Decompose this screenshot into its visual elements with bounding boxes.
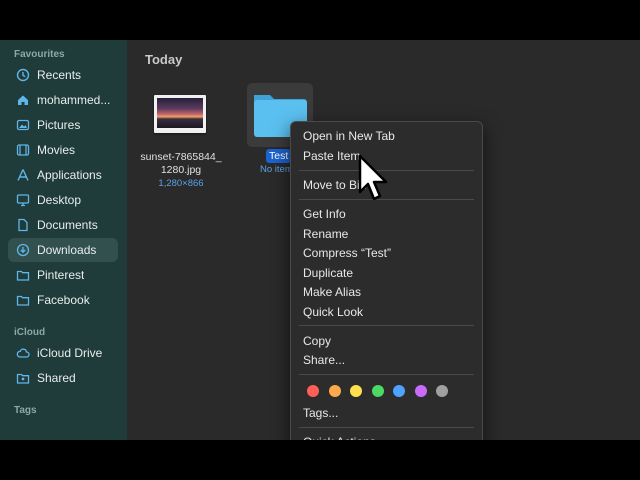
file-name-line1[interactable]: sunset-7865844_ [131,151,231,163]
sidebar-item-desktop[interactable]: Desktop [8,188,118,212]
menu-separator [299,325,474,326]
photo-icon [16,118,30,132]
sidebar-item-movies[interactable]: Movies [8,138,118,162]
sidebar-item-label: Desktop [37,193,82,207]
sidebar-item-shared[interactable]: Shared [8,366,118,390]
tag-color-dot[interactable] [350,385,362,397]
menu-item-get-info[interactable]: Get Info [303,207,346,221]
favourites-header: Favourites [14,49,65,60]
menu-item-tags[interactable]: Tags... [303,406,338,420]
desktop-icon [16,193,30,207]
download-icon [16,243,30,257]
sidebar-item-icloud-drive[interactable]: iCloud Drive [8,341,118,365]
sidebar-item-facebook[interactable]: Facebook [8,288,118,312]
menu-item-duplicate[interactable]: Duplicate [303,266,353,280]
menu-item-make-alias[interactable]: Make Alias [303,285,361,299]
sidebar-item-label: Facebook [37,293,90,307]
sidebar-item-home[interactable]: mohammed... [8,88,118,112]
sidebar: Favourites Recents mohammed... Pictures … [0,40,127,440]
home-icon [16,93,30,107]
tag-color-dot[interactable] [414,385,427,397]
tag-color-dot[interactable] [371,385,384,397]
letterbox-bottom [0,440,640,480]
tags-header: Tags [14,405,37,416]
file-name-line2[interactable]: 1280.jpg [131,164,231,176]
mouse-pointer-icon [358,154,388,201]
tag-color-dot[interactable] [393,385,405,397]
sidebar-item-pictures[interactable]: Pictures [8,113,118,137]
cloud-icon [16,346,30,360]
sidebar-item-documents[interactable]: Documents [8,213,118,237]
sidebar-item-label: Shared [37,371,76,385]
menu-separator [299,374,474,375]
menu-item-move-to-bin[interactable]: Move to Bin [303,178,366,192]
image-thumbnail[interactable] [154,95,206,133]
film-icon [16,143,30,157]
sidebar-item-label: Pictures [37,118,81,132]
menu-item-share[interactable]: Share... [303,353,345,367]
sidebar-item-label: Pinterest [37,268,85,282]
folder-icon [16,293,30,307]
sidebar-item-label: mohammed... [37,93,111,107]
menu-item-open-in-new-tab[interactable]: Open in New Tab [303,129,395,143]
file-dimensions: 1,280×866 [158,178,204,189]
tag-color-dot[interactable] [307,385,319,397]
icloud-header: iCloud [14,327,46,338]
sidebar-item-pinterest[interactable]: Pinterest [8,263,118,287]
menu-item-copy[interactable]: Copy [303,334,331,348]
shared-folder-icon [16,371,30,385]
menu-item-rename[interactable]: Rename [303,227,348,241]
menu-item-quick-look[interactable]: Quick Look [303,305,363,319]
document-icon [16,218,30,232]
tag-color-dot[interactable] [328,385,341,397]
sidebar-item-recents[interactable]: Recents [8,63,118,87]
letterbox-top [0,0,640,40]
menu-item-compress[interactable]: Compress “Test” [303,246,391,260]
menu-separator [299,427,474,428]
sidebar-item-label: Recents [37,68,82,82]
sidebar-item-label: Downloads [37,243,97,257]
folder-name-label[interactable]: Test [266,149,292,163]
sidebar-item-label: Documents [37,218,98,232]
sidebar-item-downloads[interactable]: Downloads [8,238,118,262]
tag-color-dot[interactable] [436,385,448,397]
applications-icon [16,168,30,182]
sidebar-item-applications[interactable]: Applications [8,163,118,187]
sidebar-item-label: Applications [37,168,102,182]
sidebar-item-label: Movies [37,143,76,157]
menu-item-paste-item[interactable]: Paste Item [303,149,360,163]
clock-icon [16,68,30,82]
sidebar-item-label: iCloud Drive [37,346,103,360]
folder-icon [16,268,30,282]
section-title-today: Today [145,52,183,67]
